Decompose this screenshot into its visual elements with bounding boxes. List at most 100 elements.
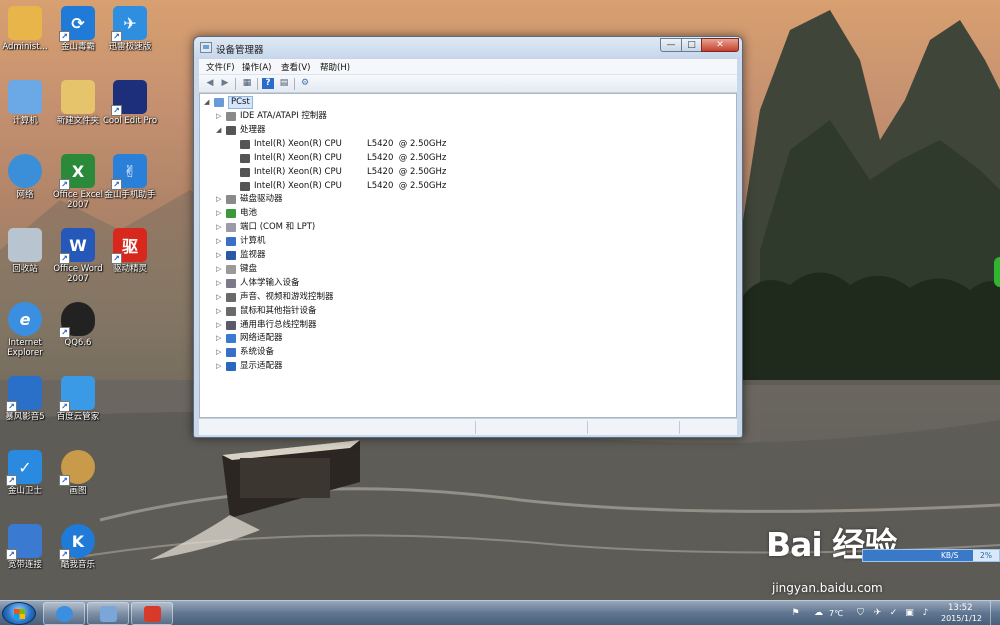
computer-icon: [214, 98, 224, 107]
tree-device-item[interactable]: Intel(R) Xeon(R) CPU L5420 @ 2.50GHz: [230, 166, 560, 179]
menu-view[interactable]: 查看(V): [281, 61, 310, 73]
properties-view-icon[interactable]: ▦: [241, 78, 253, 89]
expand-arrow-icon[interactable]: ▷: [216, 193, 224, 206]
device-manager-window: 设备管理器 — □ ✕ 文件(F) 操作(A) 查看(V) 帮助(H) ◀ ▶ …: [193, 36, 743, 438]
back-icon[interactable]: ◀: [204, 78, 216, 89]
network-speed-widget[interactable]: KB/S 2%: [862, 549, 1000, 562]
expand-arrow-icon[interactable]: ▷: [216, 305, 224, 318]
start-button[interactable]: [2, 602, 36, 625]
tree-category-item[interactable]: ▷ 人体学输入设备: [216, 277, 546, 290]
tree-category-item[interactable]: ▷ 电池: [216, 207, 546, 220]
device-category-icon: [240, 167, 250, 177]
shortcut-arrow-icon: ↗: [59, 327, 70, 338]
expand-arrow-icon[interactable]: ▷: [216, 263, 224, 276]
expand-arrow-icon[interactable]: ▷: [216, 207, 224, 220]
desktop-icon-paint[interactable]: ↗ 画图: [43, 450, 113, 496]
menu-help[interactable]: 帮助(H): [320, 61, 350, 73]
console-tree-icon[interactable]: ▤: [278, 78, 290, 89]
title-bar[interactable]: 设备管理器 — □ ✕: [194, 37, 742, 59]
shield-tray-icon[interactable]: ⛉: [855, 608, 866, 619]
expand-arrow-icon[interactable]: ▷: [216, 221, 224, 234]
tree-category-item[interactable]: ▷ 系统设备: [216, 346, 546, 359]
tree-category-item[interactable]: ▷ 磁盘驱动器: [216, 193, 546, 206]
tree-item-label: 键盘: [240, 263, 258, 274]
driver-genius-icon: 驱 ↗: [111, 228, 147, 264]
expand-arrow-icon[interactable]: ▷: [216, 277, 224, 290]
desktop-icon-qq[interactable]: ↗ QQ6.6: [43, 302, 113, 348]
security-tray-icon[interactable]: ✓: [888, 608, 899, 619]
tree-item-label: Intel(R) Xeon(R) CPU: [254, 152, 342, 163]
cloud-weather-icon[interactable]: ☁: [813, 608, 824, 619]
tree-device-item[interactable]: Intel(R) Xeon(R) CPU L5420 @ 2.50GHz: [230, 138, 560, 151]
desktop-icon-baidu-cloud[interactable]: ↗ 百度云管家: [43, 376, 113, 422]
clock-time[interactable]: 13:52: [948, 603, 973, 613]
tree-category-item[interactable]: ▷ 通用串行总线控制器: [216, 319, 546, 332]
tree-category-item[interactable]: ▷ 键盘: [216, 263, 546, 276]
network-tray-icon[interactable]: ▣: [904, 608, 915, 619]
desktop-icon-driver-genius[interactable]: 驱 ↗ 驱动精灵: [95, 228, 165, 274]
tree-category-item[interactable]: ▷ 端口 (COM 和 LPT): [216, 221, 546, 234]
desktop-icon-label: 画图: [69, 486, 87, 496]
expand-arrow-icon[interactable]: ▷: [216, 319, 224, 332]
close-button[interactable]: ✕: [701, 38, 739, 52]
expand-arrow-icon[interactable]: ▷: [216, 332, 224, 345]
window-title: 设备管理器: [216, 45, 264, 56]
glyph-text: ✈: [123, 13, 137, 33]
floating-ball-widget[interactable]: [994, 257, 1000, 287]
expand-arrow-icon[interactable]: ▷: [216, 110, 224, 123]
tree-category-item[interactable]: ▷ 鼠标和其他指针设备: [216, 305, 546, 318]
minimize-button[interactable]: —: [660, 38, 682, 52]
tree-root-label: PCst: [228, 96, 253, 109]
forward-icon[interactable]: ▶: [219, 78, 231, 89]
storm-player-icon: ↗: [6, 376, 42, 412]
expand-arrow-icon[interactable]: ▷: [216, 360, 224, 373]
paint-palette-icon: ↗: [59, 450, 95, 486]
word-icon: W ↗: [59, 228, 95, 264]
tree-device-item[interactable]: Intel(R) Xeon(R) CPU L5420 @ 2.50GHz: [230, 152, 560, 165]
desktop-icon-label: 酷我音乐: [60, 560, 95, 570]
tree-device-item[interactable]: Intel(R) Xeon(R) CPU L5420 @ 2.50GHz: [230, 180, 560, 193]
menu-file[interactable]: 文件(F): [206, 61, 235, 73]
desktop-icon-thunder[interactable]: ✈ ↗ 迅雷极速版: [95, 6, 165, 52]
desktop-icon-kuwo-music[interactable]: K ↗ 酷我音乐: [43, 524, 113, 570]
shortcut-arrow-icon: ↗: [59, 31, 70, 42]
device-category-icon: [226, 112, 236, 121]
tree-item-label: 鼠标和其他指针设备: [240, 305, 317, 316]
tree-category-item[interactable]: ▷ 监视器: [216, 249, 546, 262]
clock-date[interactable]: 2015/1/12: [941, 614, 982, 623]
desktop-icon-cool-edit[interactable]: ↗ Cool Edit Pro: [95, 80, 165, 126]
taskbar-toolbox[interactable]: [131, 602, 173, 625]
collapse-arrow-icon[interactable]: ◢: [216, 124, 224, 137]
shortcut-arrow-icon: ↗: [59, 179, 70, 190]
expand-arrow-icon[interactable]: ▷: [216, 291, 224, 304]
device-category-icon: [226, 306, 236, 316]
taskbar-ie[interactable]: [43, 602, 85, 625]
tree-category-item[interactable]: ▷ 声音、视频和游戏控制器: [216, 291, 546, 304]
expand-arrow-icon[interactable]: ▷: [216, 346, 224, 359]
desktop-icon-label: 驱动精灵: [112, 264, 147, 274]
tree-category-item[interactable]: ▷ 计算机: [216, 235, 546, 248]
taskbar-device-manager[interactable]: [87, 602, 129, 625]
tree-root[interactable]: ◢ PCst: [204, 96, 253, 109]
expand-arrow-icon[interactable]: ▷: [216, 249, 224, 262]
thunder-tray-icon[interactable]: ✈: [872, 608, 883, 619]
desktop-icon-phone-assistant[interactable]: ✌ ↗ 金山手机助手: [95, 154, 165, 200]
tree-category-item[interactable]: ▷ IDE ATA/ATAPI 控制器: [216, 110, 546, 123]
scan-hardware-icon[interactable]: ⚙: [299, 78, 311, 89]
flag-tray-icon[interactable]: ⚑: [790, 608, 801, 619]
tree-category-item[interactable]: ◢ 处理器: [216, 124, 546, 137]
tree-category-item[interactable]: ▷ 网络适配器: [216, 332, 546, 345]
temperature-text: 7℃: [829, 609, 844, 618]
expand-arrow-icon[interactable]: ▷: [216, 235, 224, 248]
baidu-cloud-icon: ↗: [59, 376, 95, 412]
tree-category-item[interactable]: ▷ 显示适配器: [216, 360, 546, 373]
tree-item-label: 通用串行总线控制器: [240, 319, 317, 330]
menu-action[interactable]: 操作(A): [242, 61, 271, 73]
collapse-arrow-icon[interactable]: ◢: [204, 96, 212, 109]
volume-icon[interactable]: ♪: [920, 608, 931, 619]
maximize-button[interactable]: □: [681, 38, 702, 52]
show-desktop-button[interactable]: [990, 601, 1000, 625]
device-category-icon: [226, 125, 236, 135]
tree-item-label: Intel(R) Xeon(R) CPU: [254, 180, 342, 191]
help-icon[interactable]: ?: [262, 78, 274, 89]
